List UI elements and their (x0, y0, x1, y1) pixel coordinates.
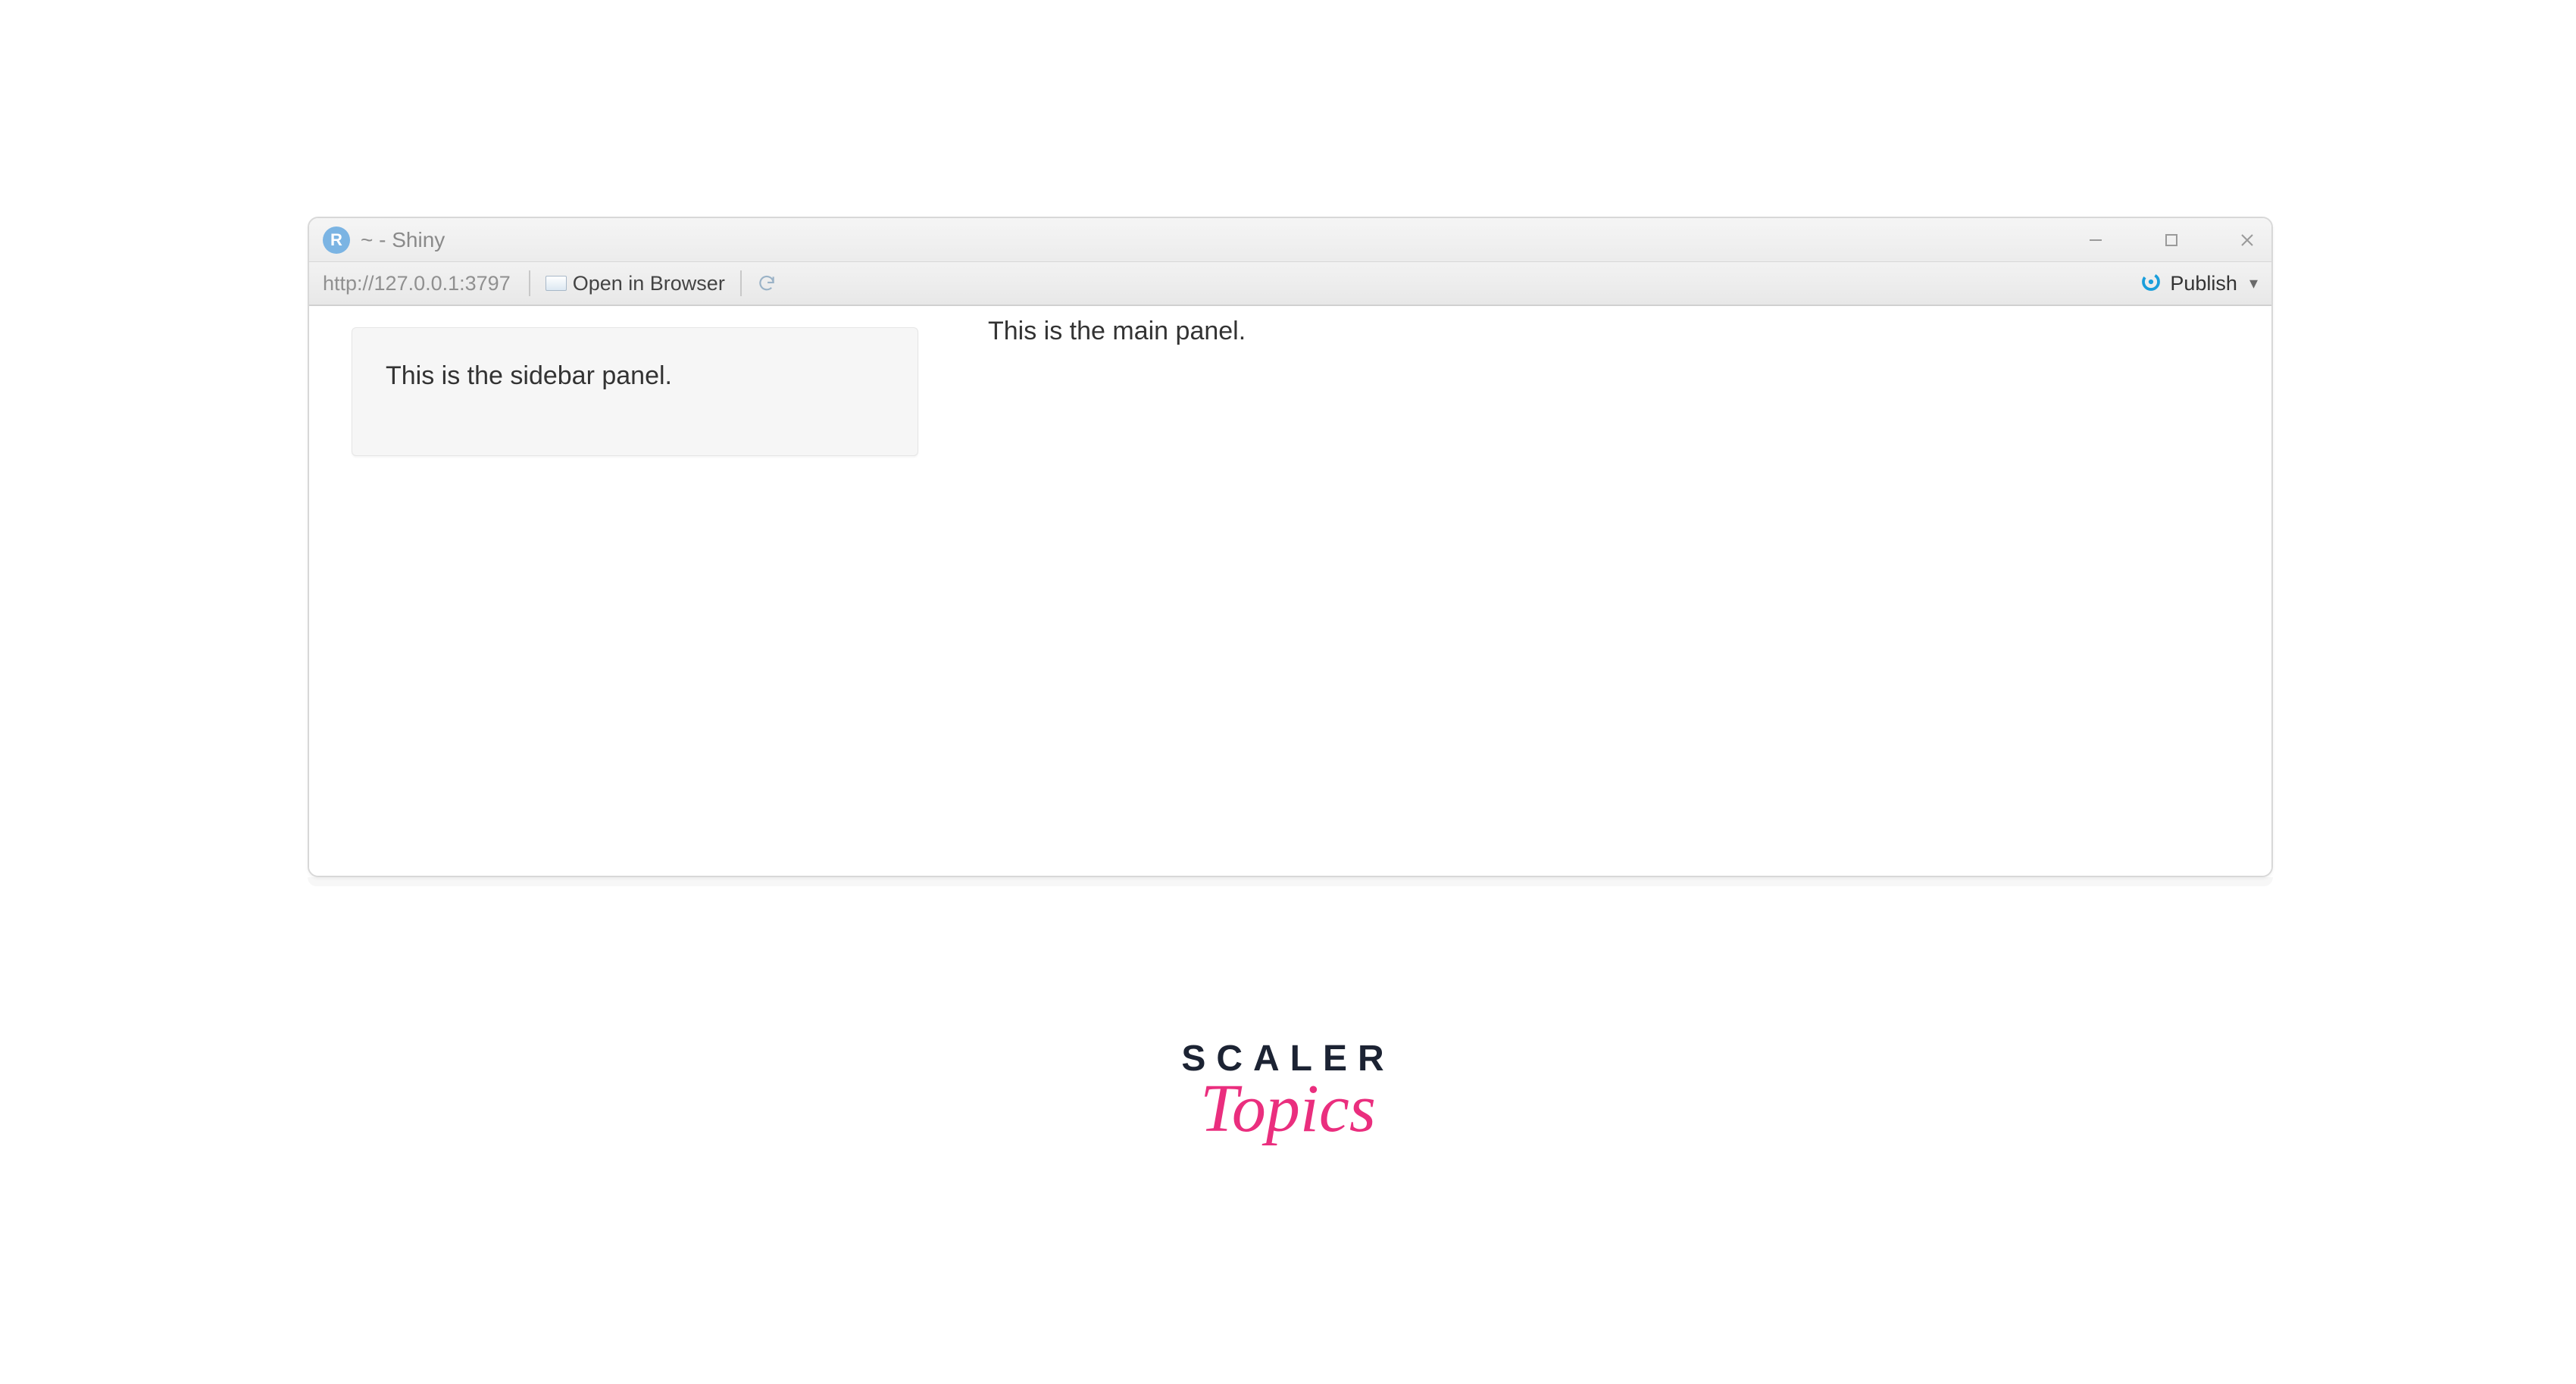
window-controls (2085, 218, 2258, 261)
separator (529, 270, 530, 296)
minimize-button[interactable] (2085, 230, 2106, 251)
close-button[interactable] (2237, 230, 2258, 251)
app-icon: R (323, 227, 350, 254)
logo-line2: Topics (1181, 1078, 1394, 1139)
refresh-icon (757, 273, 777, 293)
publish-button[interactable]: Publish ▾ (2140, 270, 2258, 297)
publish-label: Publish (2170, 272, 2237, 295)
maximize-button[interactable] (2161, 230, 2182, 251)
separator (740, 270, 742, 296)
sidebar-panel: This is the sidebar panel. (352, 327, 918, 456)
main-text: This is the main panel. (988, 317, 2271, 346)
address-url[interactable]: http://127.0.0.1:3797 (323, 272, 511, 295)
publish-icon (2140, 270, 2162, 297)
app-icon-letter: R (330, 230, 342, 250)
toolbar: http://127.0.0.1:3797 Open in Browser Pu… (309, 262, 2271, 306)
titlebar: R ~ - Shiny (309, 218, 2271, 262)
minimize-icon (2087, 231, 2105, 249)
scaler-topics-logo: SCALER Topics (1181, 1038, 1394, 1139)
main-panel: This is the main panel. (918, 306, 2271, 876)
browser-icon (546, 276, 567, 291)
app-content: This is the sidebar panel. This is the m… (309, 306, 2271, 876)
chevron-down-icon: ▾ (2249, 273, 2258, 293)
window-title: ~ - Shiny (361, 228, 445, 252)
open-in-browser-button[interactable]: Open in Browser (538, 269, 733, 298)
sidebar-text: This is the sidebar panel. (386, 361, 884, 391)
maximize-icon (2162, 231, 2181, 249)
close-icon (2238, 231, 2256, 249)
open-in-browser-label: Open in Browser (573, 272, 725, 295)
app-window: R ~ - Shiny http://127.0.0.1:3797 Open (308, 217, 2273, 877)
refresh-button[interactable] (749, 270, 784, 296)
window-shadow (308, 877, 2273, 886)
